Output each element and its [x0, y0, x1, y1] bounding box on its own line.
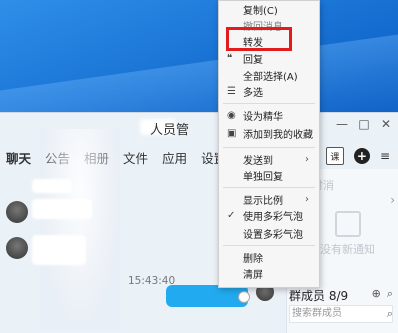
highlight-box — [226, 27, 292, 51]
tab-files[interactable]: 文件 — [123, 148, 148, 167]
member-actions: ⊕ ⌕ — [372, 287, 393, 301]
menu-item-label: 设为精华 — [243, 111, 283, 123]
menu-item-colorful-bubbles[interactable]: ✓ 使用多彩气泡 — [219, 207, 319, 223]
chat-window: 人员管 — □ ✕ 聊天 公告 相册 文件 应用 设置 ▾ ✆ ▭ 课 + ≡ … — [0, 112, 398, 333]
menu-item-label: 显示比例 — [243, 195, 283, 207]
pin-icon: ◉ — [227, 109, 236, 121]
menu-item-label: 设置多彩气泡 — [243, 229, 303, 241]
chevron-right-icon: › — [305, 153, 309, 165]
avatar[interactable] — [6, 237, 28, 259]
quote-icon: ❝ — [227, 52, 233, 64]
avatar[interactable] — [6, 201, 28, 223]
menu-item-label: 发送到 — [243, 155, 273, 167]
message-bubble[interactable] — [32, 235, 86, 265]
member-search-input[interactable]: 搜索群成员 — [289, 305, 393, 323]
message-bubble[interactable] — [32, 199, 92, 219]
tab-chat[interactable]: 聊天 — [6, 148, 31, 167]
menu-item-reply-privately[interactable]: 单独回复 — [219, 167, 319, 183]
notice-icon — [335, 211, 361, 237]
menu-item-label: 多选 — [243, 87, 263, 99]
menu-item-label: 复制(C) — [243, 5, 278, 17]
bookmark-icon: ▣ — [227, 127, 237, 139]
chevron-right-icon[interactable]: › — [390, 193, 395, 207]
menu-item-label: 使用多彩气泡 — [243, 211, 303, 223]
menu-item-send-to[interactable]: 发送到 › — [219, 151, 319, 167]
menu-divider — [223, 245, 315, 246]
check-icon: ✓ — [227, 209, 236, 221]
menu-item-copy[interactable]: 复制(C) — [219, 1, 319, 17]
search-icon[interactable]: ⌕ — [387, 307, 393, 321]
my-message-bubble[interactable] — [166, 285, 248, 307]
menu-item-label: 删除 — [243, 253, 263, 265]
menu-divider — [223, 147, 315, 148]
menu-item-label: 全部选择(A) — [243, 71, 298, 83]
maximize-button[interactable]: □ — [358, 117, 370, 131]
menu-item-select-all[interactable]: 全部选择(A) — [219, 67, 319, 83]
add-icon[interactable]: + — [353, 148, 370, 164]
menu-item-display-scale[interactable]: 显示比例 › — [219, 191, 319, 207]
menu-item-clear-screen[interactable]: 清屏 — [219, 265, 319, 281]
minimize-button[interactable]: — — [336, 117, 348, 131]
menu-item-label: 单独回复 — [243, 171, 283, 183]
chat-title: 人员管 — [150, 123, 190, 138]
checklist-icon: ☰ — [227, 85, 236, 97]
class-icon[interactable]: 课 — [325, 147, 344, 165]
menu-item-multi-select[interactable]: ☰ 多选 — [219, 83, 319, 99]
menu-item-set-essence[interactable]: ◉ 设为精华 — [219, 107, 319, 123]
menu-item-label: 回复 — [243, 54, 263, 66]
menu-item-delete[interactable]: 删除 — [219, 249, 319, 265]
window-controls: — □ ✕ — [336, 117, 392, 131]
close-button[interactable]: ✕ — [380, 117, 392, 131]
menu-divider — [223, 103, 315, 104]
menu-item-reply[interactable]: ❝ 回复 — [219, 50, 319, 66]
read-status-icon — [238, 291, 250, 303]
more-icon[interactable]: ≡ — [380, 149, 390, 163]
invite-member-icon[interactable]: ⊕ — [372, 287, 381, 301]
message-bubble[interactable] — [32, 179, 72, 193]
menu-item-add-favorite[interactable]: ▣ 添加到我的收藏 — [219, 125, 319, 141]
tab-apps[interactable]: 应用 — [162, 148, 187, 167]
member-list-header: 群成员 8/9 — [289, 289, 349, 303]
menu-item-label: 清屏 — [243, 269, 263, 281]
menu-divider — [223, 187, 315, 188]
chevron-right-icon: › — [305, 193, 309, 205]
search-icon[interactable]: ⌕ — [387, 287, 393, 301]
menu-item-bubble-settings[interactable]: 设置多彩气泡 — [219, 225, 319, 241]
menu-item-label: 添加到我的收藏 — [243, 129, 313, 141]
background-figure — [40, 129, 120, 329]
